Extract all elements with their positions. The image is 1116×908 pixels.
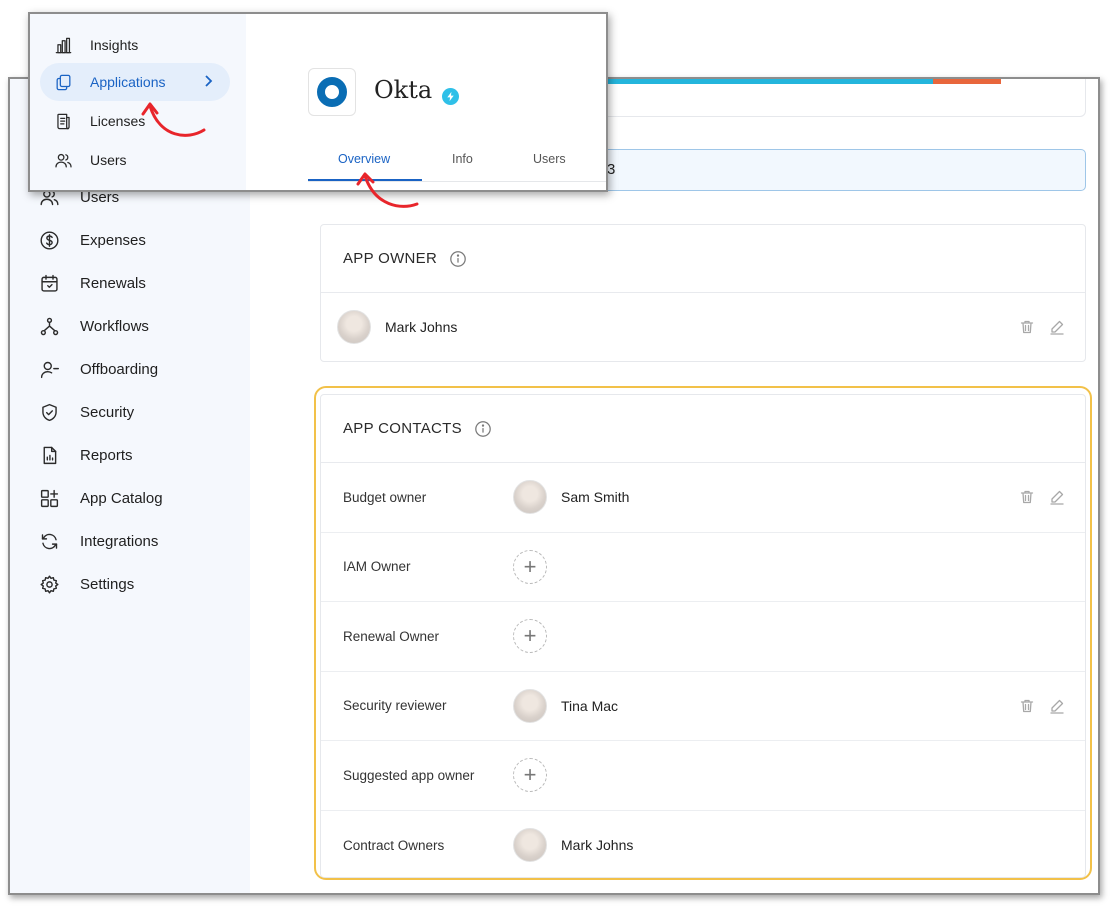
verified-bolt-icon	[442, 88, 459, 105]
nav-item-label: Applications	[90, 74, 166, 90]
plus-icon: +	[523, 623, 537, 649]
tab-info[interactable]: Info	[452, 152, 473, 166]
sidebar-item-label: Security	[80, 403, 135, 421]
sidebar-item-label: Integrations	[80, 532, 159, 550]
app-logo	[308, 68, 356, 116]
nav-item-applications[interactable]: Applications	[40, 63, 230, 101]
sidebar: Users Expenses Renewals Workflows Offboa…	[10, 79, 250, 893]
users-icon	[52, 149, 74, 171]
add-contact-button[interactable]: +	[513, 549, 547, 584]
tab-users[interactable]: Users	[533, 152, 566, 166]
contact-role-label: Security reviewer	[343, 698, 447, 714]
sidebar-item-reports[interactable]: Reports	[38, 440, 133, 470]
app-contacts-card: APP CONTACTS Budget owner Sam Smith IAM …	[320, 394, 1086, 878]
sidebar-item-label: App Catalog	[80, 489, 163, 507]
nav-item-label: Licenses	[90, 113, 146, 129]
nav-item-label: Users	[90, 152, 127, 168]
report-icon	[38, 444, 60, 466]
sidebar-item-expenses[interactable]: Expenses	[38, 225, 146, 255]
plus-icon: +	[523, 762, 537, 788]
sidebar-item-integrations[interactable]: Integrations	[38, 526, 158, 556]
dollar-icon	[38, 229, 60, 251]
calendar-icon	[38, 272, 60, 294]
sidebar-item-label: Settings	[80, 575, 135, 593]
app-contacts-header: APP CONTACTS	[321, 395, 1085, 463]
app-owner-header: APP OWNER	[321, 225, 1085, 293]
document-icon	[52, 110, 74, 132]
app-contacts-title: APP CONTACTS	[343, 420, 462, 437]
contact-row-budget-owner: Budget owner Sam Smith	[321, 463, 1085, 533]
sidebar-item-app-catalog[interactable]: App Catalog	[38, 483, 163, 513]
app-owner-row: Mark Johns	[321, 293, 1085, 361]
contact-row-renewal-owner: Renewal Owner +	[321, 602, 1085, 672]
nav-item-label: Insights	[90, 37, 139, 53]
contact-role-label: Contract Owners	[343, 837, 445, 853]
contact-row-suggested-app-owner: Suggested app owner +	[321, 741, 1085, 811]
contact-role-label: Budget owner	[343, 489, 427, 505]
contact-row-security-reviewer: Security reviewer Tina Mac	[321, 672, 1085, 741]
trash-icon[interactable]	[1019, 319, 1035, 335]
info-icon[interactable]	[449, 250, 467, 268]
edit-icon[interactable]	[1049, 489, 1065, 505]
contact-name: Sam Smith	[561, 489, 630, 506]
sync-icon	[38, 530, 60, 552]
banner-text-fragment: 3	[607, 161, 616, 178]
add-contact-button[interactable]: +	[513, 619, 547, 654]
tab-overview[interactable]: Overview	[338, 152, 390, 166]
sidebar-item-label: Reports	[80, 446, 133, 464]
sidebar-item-label: Offboarding	[80, 360, 159, 378]
contact-role-label: IAM Owner	[343, 559, 411, 575]
app-owner-name: Mark Johns	[385, 319, 458, 335]
edit-icon[interactable]	[1049, 319, 1065, 335]
sidebar-item-label: Workflows	[80, 317, 149, 335]
sidebar-item-settings[interactable]: Settings	[38, 569, 134, 599]
trash-icon[interactable]	[1019, 489, 1035, 505]
zoomed-inset-window: Insights Applications Licenses Users Okt…	[28, 12, 608, 192]
trash-icon[interactable]	[1019, 698, 1035, 714]
contact-name: Tina Mac	[561, 697, 619, 714]
popup-sidebar: Insights Applications Licenses Users	[30, 14, 246, 190]
nav-item-insights[interactable]: Insights	[40, 26, 230, 64]
contact-name: Mark Johns	[561, 837, 634, 854]
app-owner-title: APP OWNER	[343, 250, 438, 267]
shield-icon	[38, 401, 60, 423]
bar-chart-icon	[52, 34, 74, 56]
avatar	[513, 828, 547, 863]
active-tab-indicator	[308, 179, 422, 181]
avatar	[337, 310, 371, 344]
plus-icon: +	[523, 553, 537, 579]
contact-row-iam-owner: IAM Owner +	[321, 533, 1085, 602]
workflow-icon	[38, 315, 60, 337]
sidebar-item-security[interactable]: Security	[38, 397, 134, 427]
sidebar-item-label: Expenses	[80, 231, 146, 249]
nav-item-users[interactable]: Users	[40, 141, 230, 179]
chevron-right-icon	[200, 73, 216, 89]
edit-icon[interactable]	[1049, 698, 1065, 714]
avatar	[513, 480, 547, 515]
contact-row-contract-owners: Contract Owners Mark Johns	[321, 811, 1085, 881]
main-window: Users Expenses Renewals Workflows Offboa…	[8, 77, 1100, 895]
nav-item-licenses[interactable]: Licenses	[40, 102, 230, 140]
app-owner-card: APP OWNER Mark Johns	[320, 224, 1086, 362]
sidebar-item-label: Renewals	[80, 274, 146, 292]
app-name: Okta	[374, 76, 433, 104]
grid-plus-icon	[38, 487, 60, 509]
add-contact-button[interactable]: +	[513, 758, 547, 793]
contact-role-label: Suggested app owner	[343, 767, 475, 783]
user-minus-icon	[38, 358, 60, 380]
info-icon[interactable]	[474, 420, 492, 438]
sidebar-item-offboarding[interactable]: Offboarding	[38, 354, 158, 384]
gear-icon	[38, 573, 60, 595]
sidebar-item-workflows[interactable]: Workflows	[38, 311, 149, 341]
app-tabs: Overview Info Users	[308, 142, 606, 182]
sidebar-item-renewals[interactable]: Renewals	[38, 268, 146, 298]
contact-role-label: Renewal Owner	[343, 628, 440, 644]
avatar	[513, 688, 547, 723]
copy-icon	[52, 71, 74, 93]
usage-bar-over	[933, 79, 1001, 84]
